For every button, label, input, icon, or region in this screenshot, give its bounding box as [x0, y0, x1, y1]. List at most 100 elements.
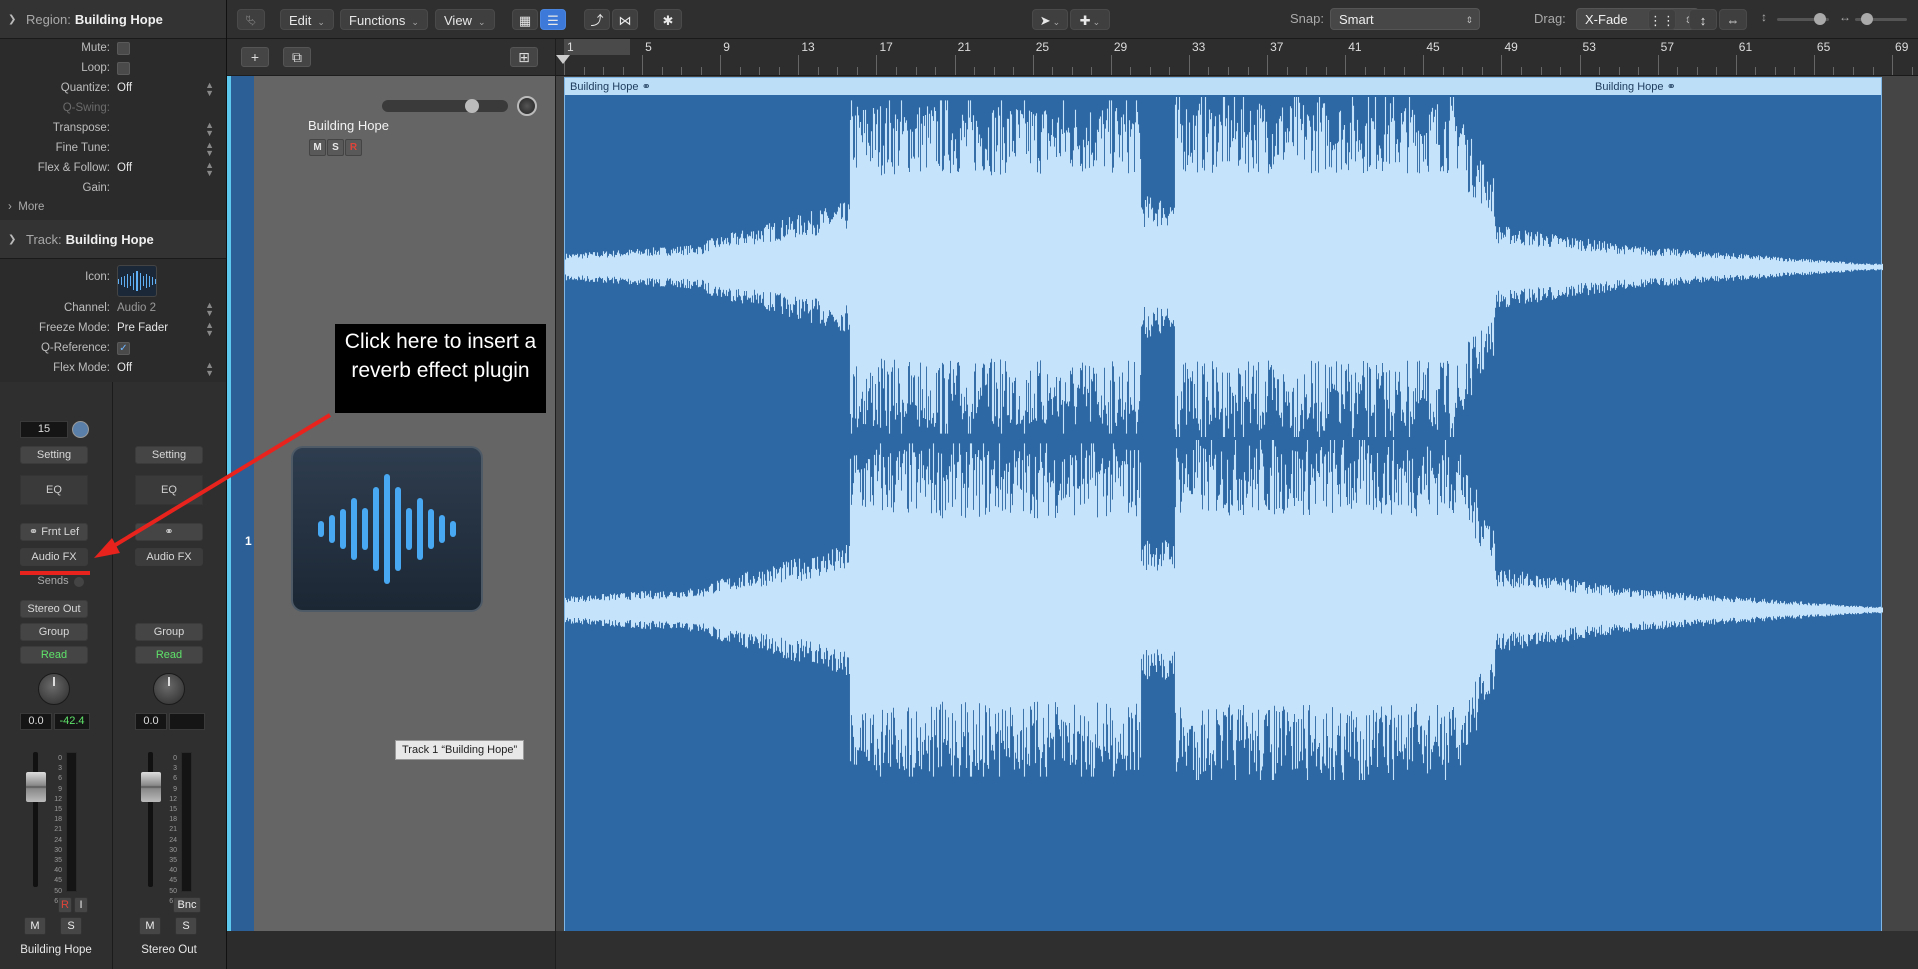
edit-menu[interactable]: Edit ⌄ [280, 9, 334, 30]
loop-checkbox[interactable] [117, 62, 130, 75]
strip-name[interactable]: Building Hope [0, 944, 112, 956]
grid-view-button[interactable]: ▦ [512, 9, 538, 30]
mute-checkbox[interactable] [117, 42, 130, 55]
meter-scale: 03691215182124303540455060 [46, 754, 62, 907]
catch-button[interactable]: ✱ [654, 9, 682, 30]
strip-name[interactable]: Stereo Out [113, 944, 225, 956]
view-menu[interactable]: View ⌄ [435, 9, 495, 30]
secondary-tool-menu[interactable]: ✚ ⌄ [1070, 9, 1110, 30]
bar-ruler[interactable]: 1 5 9 13 17 21 25 29 33 37 41 45 49 53 57 61 65 69 [556, 39, 1918, 76]
solo-button[interactable]: S [60, 917, 82, 935]
automation-mode-button[interactable]: Read [20, 646, 88, 664]
bounce-button[interactable]: Bnc [173, 897, 201, 913]
more-disclosure[interactable]: › More [8, 201, 44, 213]
up-arrow-button[interactable]: ⮱ [237, 9, 265, 30]
drag-select[interactable]: X-Fade⇕ [1576, 8, 1699, 30]
waveform-icon-bar [362, 508, 368, 550]
fine-tune-row[interactable]: Fine Tune: ▲ ▼ [0, 139, 226, 159]
freeze-mode-value[interactable]: Pre Fader [117, 322, 168, 334]
global-tracks-button[interactable]: ⊞ [510, 47, 538, 67]
solo-button[interactable]: S [175, 917, 197, 935]
chevron-down-icon: ❯ [8, 233, 17, 245]
track-record-button[interactable]: R [345, 139, 362, 156]
pan-knob[interactable] [38, 673, 70, 705]
flex-mode-value[interactable]: Off [117, 362, 132, 374]
q-swing-label: Q-Swing: [62, 102, 110, 114]
meter-scale-tick: 50 [54, 887, 62, 895]
meter-scale-tick: 30 [54, 846, 62, 854]
record-enable-button[interactable]: R [58, 897, 72, 913]
q-reference-checkbox[interactable]: ✓ [117, 342, 130, 355]
mute-button[interactable]: M [139, 917, 161, 935]
eq-slot[interactable]: EQ [20, 475, 88, 505]
track-inspector-header[interactable]: ❯ Track: Building Hope [0, 220, 226, 259]
audio-region[interactable]: Building Hope ⚭ Building Hope ⚭ [564, 77, 1883, 933]
flex-button[interactable]: ⋈ [612, 9, 638, 30]
track-mute-button[interactable]: M [309, 139, 326, 156]
tracks-area[interactable]: Building Hope ⚭ Building Hope ⚭ [556, 76, 1918, 933]
meter-scale-tick: 35 [169, 857, 177, 865]
pointer-tool-menu[interactable]: ➤ ⌄ [1032, 9, 1068, 30]
track-icon-picker[interactable] [117, 265, 157, 297]
region-name-bar[interactable]: Building Hope ⚭ Building Hope ⚭ [565, 78, 1881, 95]
output-slot[interactable]: Stereo Out [20, 600, 88, 618]
input-slot[interactable]: ⚭ Frnt Lef [20, 523, 88, 541]
track-solo-button[interactable]: S [327, 139, 344, 156]
mute-button[interactable]: M [24, 917, 46, 935]
setting-button[interactable]: Setting [20, 446, 88, 464]
horizontal-zoom-thumb[interactable] [1861, 13, 1873, 25]
input-knob-icon[interactable] [72, 421, 89, 438]
automation-button[interactable]: ⤴ [584, 9, 610, 30]
audio-fx-slot[interactable]: Audio FX [20, 548, 88, 566]
input-slot[interactable]: ⚭ [135, 523, 203, 541]
track-volume-slider[interactable] [382, 100, 508, 112]
volume-readout[interactable]: 0.0 [135, 713, 167, 730]
peak-readout[interactable]: -42.4 [54, 713, 90, 730]
volume-fader-handle[interactable] [141, 772, 161, 802]
setting-button[interactable]: Setting [135, 446, 203, 464]
meter-scale-tick: 21 [169, 826, 177, 834]
transpose-row[interactable]: Transpose: ▲ ▼ [0, 119, 226, 139]
flex-mode-row[interactable]: Flex Mode: Off ▲ ▼ [0, 359, 226, 379]
group-slot[interactable]: Group [20, 623, 88, 641]
waveform-zoom-button[interactable]: ⋮⋮ [1648, 9, 1676, 30]
input-monitor-button[interactable]: I [74, 897, 88, 913]
bar-number: 21 [957, 40, 971, 54]
sends-knob-icon[interactable] [74, 577, 84, 587]
duplicate-track-button[interactable]: ⧉ [283, 47, 311, 67]
playhead-icon[interactable] [556, 55, 570, 64]
quantize-row[interactable]: Quantize: Off ▲ ▼ [0, 79, 226, 99]
input-gain-field[interactable]: 15 [20, 421, 68, 438]
freeze-mode-row[interactable]: Freeze Mode: Pre Fader ▲ ▼ [0, 319, 226, 339]
vertical-fit-button[interactable]: ↕ [1689, 9, 1717, 30]
region-inspector-header[interactable]: ❯ Region: Building Hope [0, 0, 226, 39]
flex-follow-row[interactable]: Flex & Follow: Off ▲ ▼ [0, 159, 226, 179]
audio-fx-slot[interactable]: Audio FX [135, 548, 203, 566]
volume-fader-handle[interactable] [26, 772, 46, 802]
meter-scale-tick: 40 [54, 867, 62, 875]
channel-row[interactable]: Channel: Audio 2 ▲ ▼ [0, 299, 226, 319]
automation-mode-button[interactable]: Read [135, 646, 203, 664]
track-number-strip[interactable]: 1 [227, 76, 254, 931]
channel-value[interactable]: Audio 2 [117, 302, 156, 314]
gain-row[interactable]: Gain: [0, 179, 226, 199]
meter-scale-tick: 15 [169, 806, 177, 814]
group-slot[interactable]: Group [135, 623, 203, 641]
snap-select[interactable]: Smart ⇕ [1330, 8, 1480, 30]
functions-menu[interactable]: Functions ⌄ [340, 9, 428, 30]
quantize-value[interactable]: Off [117, 82, 132, 94]
chevron-down-icon: ⌄ [411, 17, 419, 27]
eq-slot[interactable]: EQ [135, 475, 203, 505]
horizontal-fit-button[interactable]: ⇔ [1719, 9, 1747, 30]
flex-follow-value[interactable]: Off [117, 162, 132, 174]
vertical-zoom-thumb[interactable] [1814, 13, 1826, 25]
waveform-icon-bar [340, 509, 346, 549]
add-track-button[interactable]: + [241, 47, 269, 67]
track-volume-thumb[interactable] [465, 99, 479, 113]
pan-knob[interactable] [153, 673, 185, 705]
list-view-button[interactable]: ☰ [540, 9, 566, 30]
track-pan-knob[interactable] [517, 96, 537, 116]
peak-readout[interactable] [169, 713, 205, 730]
track-name[interactable]: Building Hope [308, 118, 389, 133]
volume-readout[interactable]: 0.0 [20, 713, 52, 730]
